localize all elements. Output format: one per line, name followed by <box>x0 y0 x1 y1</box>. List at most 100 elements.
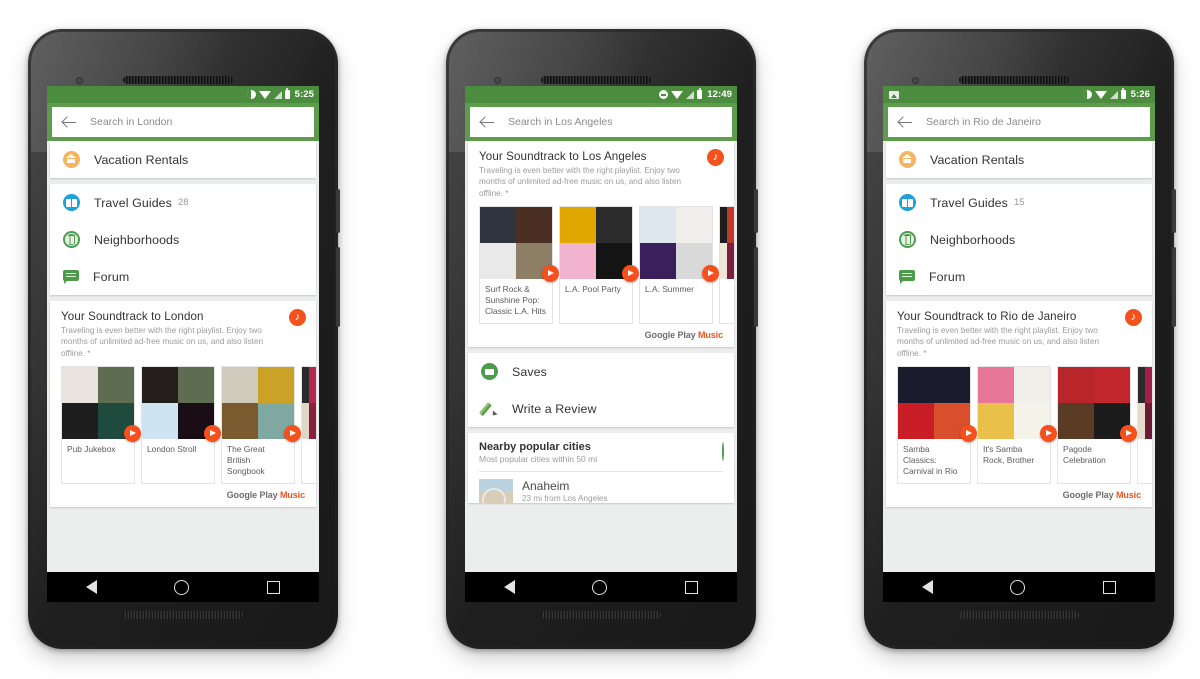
play-icon[interactable] <box>1040 424 1057 442</box>
play-icon[interactable] <box>622 264 639 282</box>
vacation-rentals-card[interactable]: Vacation Rentals <box>50 141 316 178</box>
playlist-tile[interactable]: Pub Jukebox <box>61 365 141 485</box>
explore-card[interactable]: Travel Guides 15 Neighborhoods Forum <box>886 184 1152 295</box>
recents-nav-icon[interactable] <box>267 580 281 594</box>
back-arrow-icon[interactable] <box>62 115 77 130</box>
search-input[interactable]: Search in Los Angeles <box>470 107 732 137</box>
volume-button[interactable] <box>1172 189 1176 233</box>
music-soundtrack-card[interactable]: Your Soundtrack to Rio de Janeiro Travel… <box>886 301 1152 508</box>
play-icon[interactable] <box>702 264 719 282</box>
status-bar-clock: 5:25 <box>294 89 314 100</box>
play-icon[interactable] <box>960 424 977 442</box>
city-thumbnail <box>479 479 513 504</box>
vacation-rentals-card[interactable]: Vacation Rentals <box>886 141 1152 178</box>
home-nav-icon[interactable] <box>1010 579 1026 595</box>
back-nav-icon[interactable] <box>85 580 97 594</box>
list-item-travel-guides[interactable]: Travel Guides 15 <box>886 184 1152 221</box>
list-item-forum[interactable]: Forum <box>50 258 316 295</box>
scroll-body[interactable]: Vacation Rentals Travel Guides 28 Neighb… <box>47 86 319 572</box>
playlist-tile[interactable]: It's Samba Rock, Brother <box>977 365 1057 485</box>
playlist-name: Pub Jukebox <box>67 443 116 454</box>
actions-card[interactable]: Saves Write a Review <box>468 353 734 428</box>
power-button[interactable] <box>754 247 758 327</box>
playlist-tile[interactable]: The Great British Songbook <box>221 365 301 485</box>
search-input[interactable]: Search in London <box>52 107 314 137</box>
back-arrow-icon[interactable] <box>480 115 495 130</box>
play-icon[interactable] <box>124 424 141 442</box>
list-item-travel-guides[interactable]: Travel Guides 28 <box>50 184 316 221</box>
play-icon[interactable] <box>542 264 559 282</box>
list-item-vacation-rentals[interactable]: Vacation Rentals <box>886 141 1152 178</box>
playlist-tile-partial[interactable] <box>1137 365 1152 485</box>
nearby-popular-cities-card[interactable]: Nearby popular cities Most popular citie… <box>468 433 734 504</box>
playlist-tile[interactable]: L.A. Summer <box>639 205 719 325</box>
scroll-body[interactable]: Your Soundtrack to Los Angeles Traveling… <box>465 86 737 572</box>
power-button[interactable] <box>336 247 340 327</box>
list-item-city[interactable]: Anaheim 23 mi from Los Angeles <box>468 472 734 504</box>
power-button[interactable] <box>1172 247 1176 327</box>
list-item-vacation-rentals[interactable]: Vacation Rentals <box>50 141 316 178</box>
music-soundtrack-card[interactable]: Your Soundtrack to London Traveling is e… <box>50 301 316 508</box>
house-icon <box>63 151 80 168</box>
music-card-description: Traveling is even better with the right … <box>479 166 682 198</box>
bottom-speaker <box>123 611 243 619</box>
back-arrow-icon[interactable] <box>898 115 913 130</box>
phone-screen-los-angeles: Your Soundtrack to Los Angeles Traveling… <box>465 86 737 572</box>
playlist-tile-row[interactable]: Samba Classics: Carnival in Rio It's Sam… <box>886 365 1152 485</box>
scroll-body[interactable]: Vacation Rentals Travel Guides 15 Neighb… <box>883 86 1155 572</box>
do-not-disturb-icon <box>1082 90 1092 99</box>
music-card-header: Your Soundtrack to London Traveling is e… <box>50 309 316 359</box>
google-play-music-brand: Google Play Music <box>50 484 316 500</box>
back-nav-icon[interactable] <box>503 580 515 594</box>
playlist-tile-partial[interactable] <box>301 365 316 485</box>
android-navigation-bar[interactable] <box>883 572 1155 602</box>
playlist-tile-row[interactable]: Surf Rock & Sunshine Pop: Classic L.A. H… <box>468 205 734 325</box>
explore-card[interactable]: Travel Guides 28 Neighborhoods Forum <box>50 184 316 295</box>
travel-guides-count: 28 <box>177 197 189 208</box>
brand-google-play: Google Play <box>644 330 696 341</box>
phone-screen-london: Vacation Rentals Travel Guides 28 Neighb… <box>47 86 319 572</box>
music-soundtrack-card[interactable]: Your Soundtrack to Los Angeles Traveling… <box>468 141 734 348</box>
play-icon[interactable] <box>204 424 221 442</box>
playlist-tile[interactable]: L.A. Pool Party <box>559 205 639 325</box>
nearby-title: Nearby popular cities <box>479 441 591 454</box>
brand-music: Music <box>1115 490 1141 501</box>
list-item-neighborhoods[interactable]: Neighborhoods <box>886 221 1152 258</box>
playlist-tile-row[interactable]: Pub Jukebox London Stroll The Great Brit… <box>50 365 316 485</box>
signal-icon <box>686 90 695 99</box>
status-bar-left <box>889 90 899 99</box>
volume-button[interactable] <box>336 189 340 233</box>
list-item-saves[interactable]: Saves <box>468 353 734 390</box>
list-item-write-review[interactable]: Write a Review <box>468 390 734 427</box>
list-item-forum[interactable]: Forum <box>886 258 1152 295</box>
android-navigation-bar[interactable] <box>47 572 319 602</box>
status-bar-clock: 12:49 <box>707 89 732 100</box>
battery-icon <box>697 88 703 99</box>
album-art-mosaic <box>222 366 294 439</box>
back-nav-icon[interactable] <box>921 580 933 594</box>
playlist-tile[interactable]: Samba Classics: Carnival in Rio <box>897 365 977 485</box>
list-item-neighborhoods[interactable]: Neighborhoods <box>50 221 316 258</box>
playlist-tile[interactable]: Surf Rock & Sunshine Pop: Classic L.A. H… <box>479 205 559 325</box>
search-bar-container: Search in Los Angeles <box>465 103 737 141</box>
wifi-icon <box>1094 90 1107 99</box>
sidebar-item-label: Travel Guides <box>930 195 1008 210</box>
search-input[interactable]: Search in Rio de Janeiro <box>888 107 1150 137</box>
home-nav-icon[interactable] <box>592 579 608 595</box>
recents-nav-icon[interactable] <box>685 580 699 594</box>
volume-button[interactable] <box>754 189 758 233</box>
status-bar: 5:25 <box>47 86 319 103</box>
album-art-mosaic <box>480 206 552 279</box>
playlist-tile[interactable]: London Stroll <box>141 365 221 485</box>
home-nav-icon[interactable] <box>174 579 190 595</box>
play-icon[interactable] <box>284 424 301 442</box>
play-icon[interactable] <box>1120 424 1137 442</box>
travel-guides-count: 15 <box>1013 197 1025 208</box>
playlist-tile[interactable]: Pagode Celebration <box>1057 365 1137 485</box>
battery-icon <box>1120 88 1126 99</box>
android-navigation-bar[interactable] <box>465 572 737 602</box>
book-icon <box>899 194 916 211</box>
playlist-tile-partial[interactable] <box>719 205 734 325</box>
recents-nav-icon[interactable] <box>1103 580 1117 594</box>
do-not-disturb-icon <box>246 90 256 99</box>
